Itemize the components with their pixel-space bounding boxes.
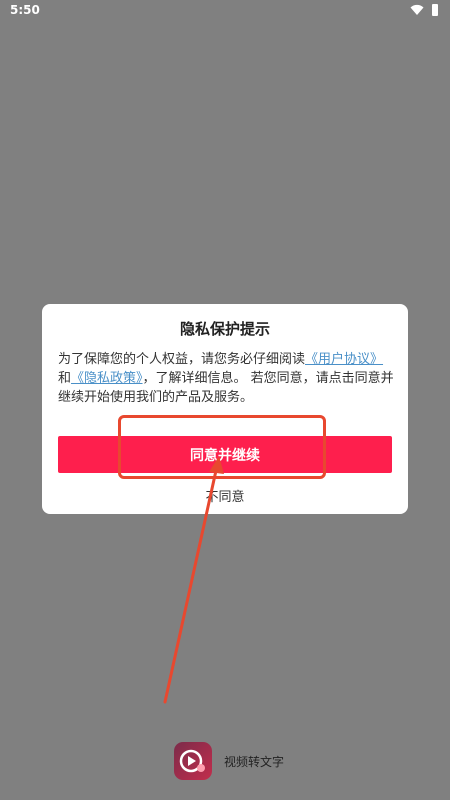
video-play-icon <box>179 749 205 773</box>
annotation-arrow <box>163 456 224 704</box>
app-brand: 视频转文字 <box>174 742 284 780</box>
app-name: 视频转文字 <box>224 754 285 769</box>
app-logo <box>174 742 212 780</box>
